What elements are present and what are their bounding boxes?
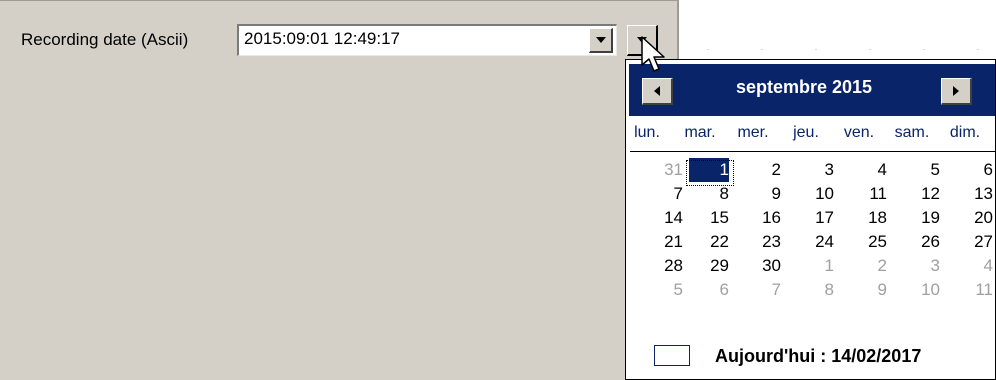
dotted-guideline bbox=[681, 49, 996, 50]
day-cell[interactable]: 10 bbox=[794, 182, 834, 206]
day-cell[interactable]: 5 bbox=[900, 158, 940, 182]
weekday-mon: lun. bbox=[634, 124, 660, 141]
weekday-tue: mar. bbox=[684, 124, 716, 141]
date-dropdown-button[interactable] bbox=[589, 28, 613, 53]
day-cell[interactable]: 17 bbox=[794, 206, 834, 230]
mouse-pointer-icon bbox=[641, 36, 665, 72]
day-cell[interactable]: 7 bbox=[741, 278, 781, 302]
day-cell[interactable]: 23 bbox=[741, 230, 781, 254]
day-cell[interactable]: 22 bbox=[689, 230, 729, 254]
month-calendar-popup[interactable]: septembre 2015 lun. mar. mer. jeu. ven. … bbox=[625, 59, 996, 380]
day-cell[interactable]: 3 bbox=[900, 254, 940, 278]
day-cell[interactable]: 2 bbox=[741, 158, 781, 182]
day-cell[interactable]: 31 bbox=[643, 158, 683, 182]
day-cell[interactable]: 1 bbox=[794, 254, 834, 278]
day-cell[interactable]: 4 bbox=[847, 158, 887, 182]
day-cell[interactable]: 29 bbox=[689, 254, 729, 278]
today-indicator-box[interactable] bbox=[654, 345, 690, 366]
weekday-sat: sam. bbox=[894, 124, 930, 141]
day-cell[interactable]: 15 bbox=[689, 206, 729, 230]
day-cell[interactable]: 10 bbox=[900, 278, 940, 302]
month-year-title[interactable]: septembre 2015 bbox=[629, 77, 979, 98]
day-cell[interactable]: 13 bbox=[953, 182, 993, 206]
properties-panel: Recording date (Ascii) 2015:09:01 12:49:… bbox=[0, 0, 679, 380]
day-cell[interactable]: 11 bbox=[953, 278, 993, 302]
day-cell[interactable]: 2 bbox=[847, 254, 887, 278]
day-cell[interactable]: 9 bbox=[741, 182, 781, 206]
day-cell[interactable]: 6 bbox=[953, 158, 993, 182]
day-cell[interactable]: 5 bbox=[643, 278, 683, 302]
day-cell[interactable]: 8 bbox=[794, 278, 834, 302]
day-cell[interactable]: 21 bbox=[643, 230, 683, 254]
triangle-right-icon bbox=[953, 86, 959, 96]
day-cell[interactable]: 28 bbox=[643, 254, 683, 278]
day-cell[interactable]: 25 bbox=[847, 230, 887, 254]
day-cell[interactable]: 30 bbox=[741, 254, 781, 278]
weekday-wed: mer. bbox=[737, 124, 769, 141]
day-cell[interactable]: 27 bbox=[953, 230, 993, 254]
weekday-sun: dim. bbox=[949, 124, 981, 141]
recording-date-field[interactable]: 2015:09:01 12:49:17 bbox=[237, 24, 617, 56]
day-cell[interactable]: 20 bbox=[953, 206, 993, 230]
day-cell[interactable]: 6 bbox=[689, 278, 729, 302]
day-cell[interactable]: 14 bbox=[643, 206, 683, 230]
day-cell[interactable]: 24 bbox=[794, 230, 834, 254]
day-cell[interactable]: 19 bbox=[900, 206, 940, 230]
day-cell[interactable]: 7 bbox=[643, 182, 683, 206]
day-cell[interactable]: 12 bbox=[900, 182, 940, 206]
recording-date-value[interactable]: 2015:09:01 12:49:17 bbox=[244, 29, 400, 49]
calendar-header: septembre 2015 bbox=[629, 64, 995, 116]
weekday-separator bbox=[630, 151, 995, 152]
panel-border bbox=[0, 0, 679, 1]
weekday-thu: jeu. bbox=[793, 124, 819, 141]
day-cell[interactable]: 11 bbox=[847, 182, 887, 206]
today-link[interactable]: Aujourd'hui : 14/02/2017 bbox=[715, 346, 921, 367]
day-cell[interactable]: 3 bbox=[794, 158, 834, 182]
weekday-header-row: lun. mar. mer. jeu. ven. sam. dim. bbox=[626, 124, 995, 148]
day-cell[interactable]: 16 bbox=[741, 206, 781, 230]
day-cell[interactable]: 18 bbox=[847, 206, 887, 230]
day-focus-indicator bbox=[686, 160, 734, 186]
day-cell[interactable]: 9 bbox=[847, 278, 887, 302]
day-cell[interactable]: 26 bbox=[900, 230, 940, 254]
recording-date-label: Recording date (Ascii) bbox=[21, 30, 189, 49]
day-cell[interactable]: 4 bbox=[953, 254, 993, 278]
weekday-fri: ven. bbox=[843, 124, 875, 141]
chevron-down-icon bbox=[595, 37, 606, 43]
next-month-button[interactable] bbox=[941, 78, 972, 105]
